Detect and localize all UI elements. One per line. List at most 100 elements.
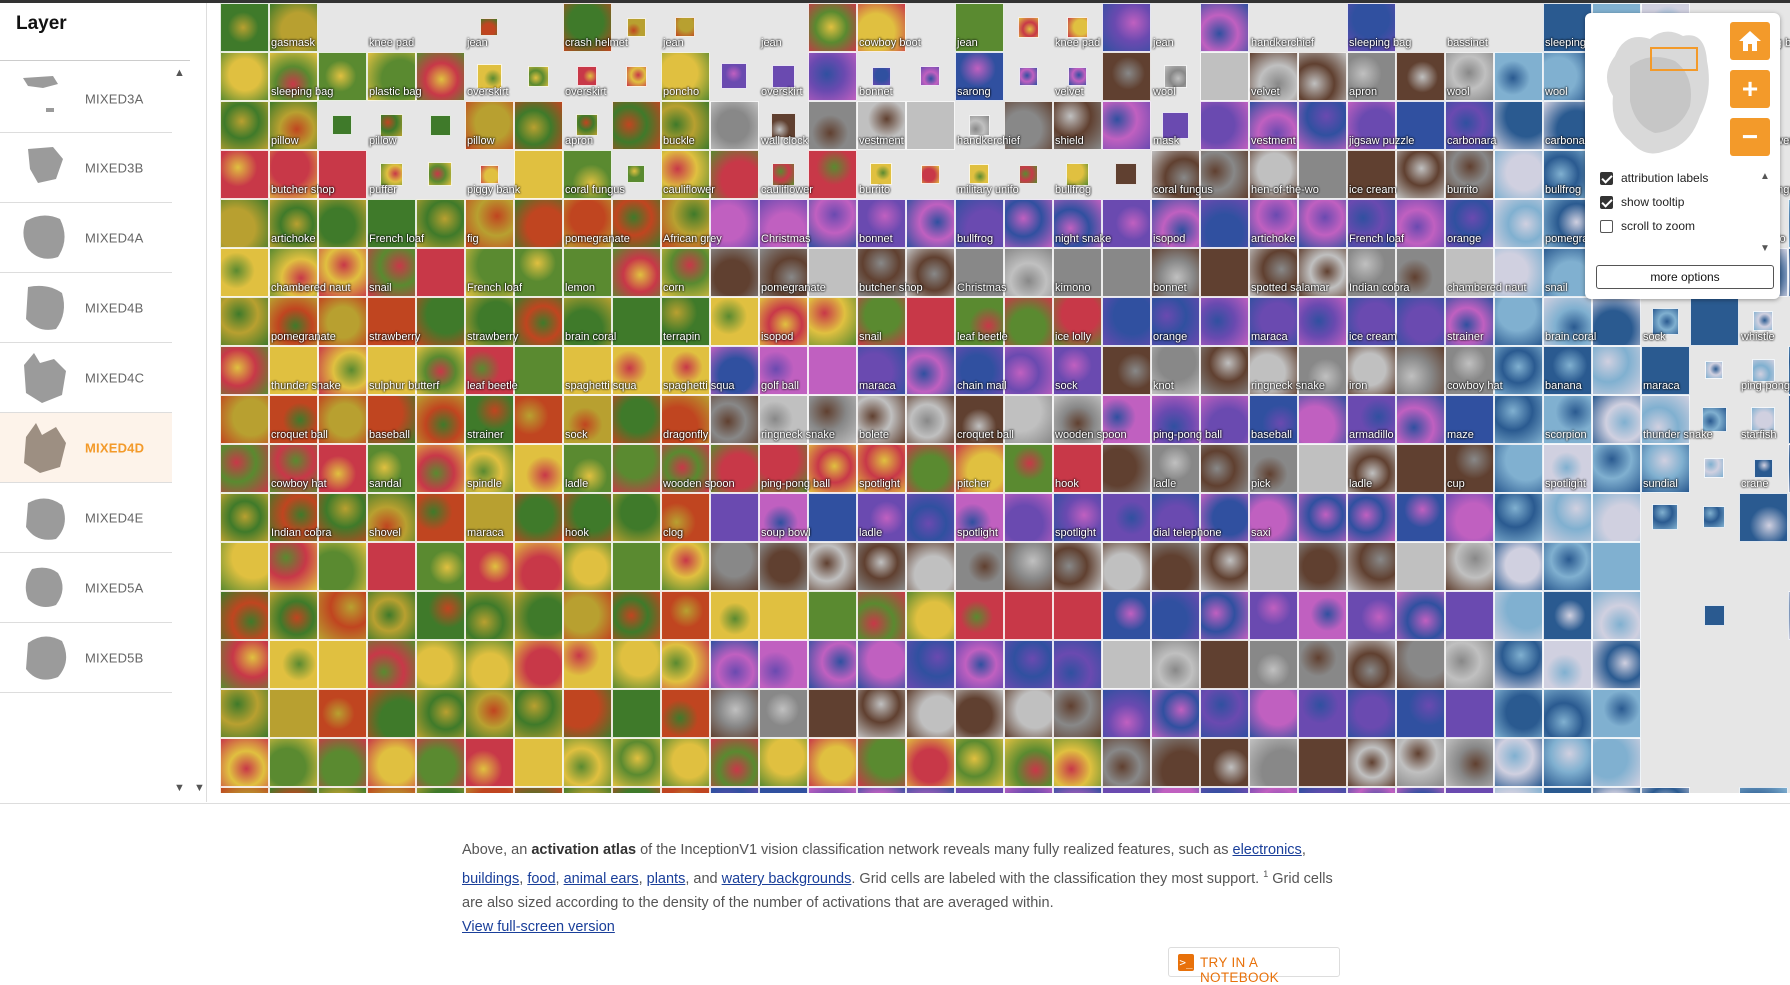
atlas-cell[interactable]: [220, 444, 269, 493]
atlas-cell[interactable]: [1102, 640, 1151, 689]
atlas-cell[interactable]: [1298, 640, 1347, 689]
atlas-cell[interactable]: [1592, 787, 1641, 793]
atlas-cell[interactable]: [367, 591, 416, 640]
atlas-cell[interactable]: [563, 640, 612, 689]
atlas-cell[interactable]: [1445, 493, 1494, 542]
atlas-cell[interactable]: [1592, 689, 1641, 738]
atlas-cell[interactable]: [808, 787, 857, 793]
atlas-cell[interactable]: [1592, 591, 1641, 640]
atlas-cell[interactable]: [1298, 297, 1347, 346]
atlas-cell[interactable]: [1004, 689, 1053, 738]
atlas-cell[interactable]: [1200, 248, 1249, 297]
atlas-cell[interactable]: [514, 738, 563, 787]
atlas-cell[interactable]: [318, 787, 367, 793]
atlas-cell[interactable]: [1494, 542, 1543, 591]
atlas-cell[interactable]: [612, 787, 661, 793]
atlas-cell[interactable]: [269, 787, 318, 793]
checkbox[interactable]: [1600, 219, 1613, 233]
minimap-viewport[interactable]: [1650, 47, 1698, 71]
atlas-cell[interactable]: [906, 199, 955, 248]
atlas-cell[interactable]: [1592, 738, 1641, 787]
atlas-cell[interactable]: [269, 591, 318, 640]
atlas-cell[interactable]: [563, 738, 612, 787]
atlas-cell[interactable]: [808, 101, 857, 150]
atlas-cell[interactable]: [220, 542, 269, 591]
atlas-cell[interactable]: [1347, 640, 1396, 689]
atlas-cell[interactable]: [1053, 591, 1102, 640]
atlas-cell[interactable]: [759, 738, 808, 787]
atlas-cell[interactable]: [1347, 689, 1396, 738]
home-button[interactable]: [1730, 22, 1770, 60]
atlas-cell[interactable]: [1592, 640, 1641, 689]
atlas-cell[interactable]: [955, 591, 1004, 640]
option-scroll-to-zoom[interactable]: scroll to zoom: [1600, 219, 1695, 233]
layer-item-mixed5a[interactable]: MIXED5A: [0, 553, 172, 623]
atlas-cell[interactable]: [416, 542, 465, 591]
zoom-in-button[interactable]: +: [1730, 70, 1770, 108]
atlas-cell[interactable]: [1396, 297, 1445, 346]
atlas-cell[interactable]: [710, 150, 759, 199]
atlas-cell[interactable]: [1396, 689, 1445, 738]
atlas-cell[interactable]: [1102, 297, 1151, 346]
atlas-cell[interactable]: [759, 591, 808, 640]
atlas-cell[interactable]: [220, 395, 269, 444]
atlas-cell[interactable]: [1102, 493, 1151, 542]
atlas-cell[interactable]: [1200, 591, 1249, 640]
atlas-cell[interactable]: [1704, 458, 1724, 478]
atlas-cell[interactable]: [1754, 459, 1773, 478]
atlas-cell[interactable]: [710, 395, 759, 444]
atlas-cell[interactable]: [1004, 346, 1053, 395]
atlas-cell[interactable]: [675, 17, 695, 37]
atlas-cell[interactable]: [1102, 101, 1151, 150]
atlas-cell[interactable]: [1592, 542, 1641, 591]
atlas-cell[interactable]: [1543, 787, 1592, 793]
atlas-cell[interactable]: [857, 787, 906, 793]
atlas-cell[interactable]: [416, 248, 465, 297]
atlas-cell[interactable]: [1200, 444, 1249, 493]
atlas-cell[interactable]: [1396, 395, 1445, 444]
atlas-cell[interactable]: [627, 18, 646, 37]
atlas-cell[interactable]: [921, 165, 940, 184]
atlas-cell[interactable]: [220, 199, 269, 248]
atlas-cell[interactable]: [710, 493, 759, 542]
atlas-cell[interactable]: [661, 542, 710, 591]
atlas-cell[interactable]: [1543, 542, 1592, 591]
atlas-cell[interactable]: [428, 162, 452, 186]
atlas-cell[interactable]: [1445, 738, 1494, 787]
atlas-cell[interactable]: [710, 248, 759, 297]
atlas-cell[interactable]: [1298, 738, 1347, 787]
atlas-cell[interactable]: [416, 52, 465, 101]
atlas-cell[interactable]: [269, 640, 318, 689]
atlas-cell[interactable]: [528, 66, 549, 87]
atlas-cell[interactable]: [808, 3, 857, 52]
atlas-cell[interactable]: [1200, 52, 1249, 101]
atlas-cell[interactable]: [1102, 248, 1151, 297]
atlas-cell[interactable]: [576, 114, 598, 136]
atlas-cell[interactable]: [1004, 738, 1053, 787]
atlas-cell[interactable]: [1298, 787, 1347, 793]
atlas-cell[interactable]: [1004, 640, 1053, 689]
atlas-cell[interactable]: [1652, 504, 1678, 530]
atlas-cell[interactable]: [1494, 591, 1543, 640]
atlas-cell[interactable]: [906, 493, 955, 542]
atlas-cell[interactable]: [1249, 542, 1298, 591]
atlas-cell[interactable]: [808, 591, 857, 640]
atlas-cell[interactable]: [1543, 591, 1592, 640]
atlas-cell[interactable]: [906, 444, 955, 493]
atlas-cell[interactable]: [1703, 506, 1725, 528]
atlas-cell[interactable]: [906, 591, 955, 640]
atlas-cell[interactable]: [367, 542, 416, 591]
atlas-cell[interactable]: [1200, 787, 1249, 793]
atlas-cell[interactable]: [1004, 297, 1053, 346]
atlas-cell[interactable]: [430, 115, 451, 136]
atlas-cell[interactable]: [220, 689, 269, 738]
atlas-cell[interactable]: [1164, 65, 1187, 88]
options-scroll-down-icon[interactable]: ▼: [1760, 243, 1770, 254]
atlas-cell[interactable]: [906, 640, 955, 689]
atlas-cell[interactable]: [1592, 444, 1641, 493]
atlas-cell[interactable]: [1053, 787, 1102, 793]
atlas-cell[interactable]: [1004, 542, 1053, 591]
atlas-cell[interactable]: [808, 493, 857, 542]
atlas-cell[interactable]: [220, 248, 269, 297]
atlas-cell[interactable]: [465, 640, 514, 689]
